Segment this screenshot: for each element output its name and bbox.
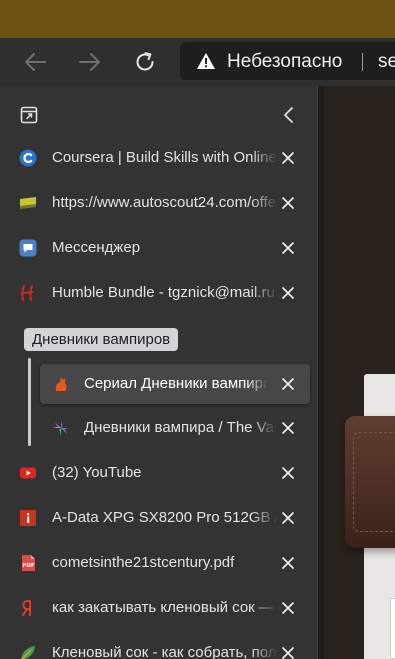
tab-title: https://www.autoscout24.com/offers: [52, 194, 278, 211]
close-tab-icon[interactable]: [279, 375, 297, 393]
arrow-right-icon: [79, 53, 100, 71]
security-status-label[interactable]: Небезопасно: [227, 52, 342, 72]
colorful-star-favicon: [52, 419, 70, 437]
sidebar-tab-youtube[interactable]: (32) YouTube: [8, 453, 310, 493]
svg-text:PDF: PDF: [22, 563, 35, 569]
humble-bundle-favicon: [19, 284, 37, 302]
product-image-strap: [345, 416, 395, 548]
youtube-favicon: [19, 464, 37, 482]
page-content-area: [318, 86, 395, 659]
tab-title: Coursera | Build Skills with Online Cour…: [52, 149, 278, 166]
url-text[interactable]: se: [378, 52, 395, 72]
sidebar-tab-humble-bundle[interactable]: Humble Bundle - tgznick@mail.ru: [8, 273, 310, 313]
collapse-sidebar-chevron-icon[interactable]: [280, 105, 298, 125]
back-button[interactable]: [21, 48, 49, 76]
address-bar[interactable]: Небезопасно se: [180, 42, 395, 80]
sidebar-tab-pdf[interactable]: PDF cometsinthe21stcentury.pdf: [8, 543, 310, 583]
serial-site-favicon: [52, 375, 70, 393]
close-tab-icon[interactable]: [279, 419, 297, 437]
refresh-button[interactable]: [131, 48, 159, 76]
tab-title: Дневники вампира / The Vampire Diaries: [84, 419, 276, 436]
address-separator: [362, 53, 363, 71]
yandex-favicon: [19, 599, 37, 617]
refresh-icon: [136, 52, 154, 71]
pdf-favicon: PDF: [19, 554, 37, 572]
close-tab-icon[interactable]: [279, 239, 297, 257]
messenger-favicon: [19, 239, 37, 257]
tab-title: Кленовый сок - как собрать, польза: [52, 644, 278, 659]
close-tab-icon[interactable]: [279, 464, 297, 482]
sidebar-tab-vampire-diaries[interactable]: Дневники вампира / The Vampire Diaries: [8, 408, 310, 448]
warning-triangle-icon: [197, 53, 215, 69]
sidebar-tab-adata-ssd[interactable]: A-Data XPG SX8200 Pro 512GB A: [8, 498, 310, 538]
sidebar-header: [0, 86, 318, 144]
close-tab-icon[interactable]: [279, 284, 297, 302]
tab-title: (32) YouTube: [52, 464, 142, 481]
page-background: [324, 86, 395, 659]
close-tab-icon[interactable]: [279, 644, 297, 659]
vertical-tabs-sidebar: Coursera | Build Skills with Online Cour…: [0, 86, 318, 659]
close-tab-icon[interactable]: [279, 599, 297, 617]
tab-actions-icon[interactable]: [20, 106, 38, 124]
info-i-favicon: [19, 509, 37, 527]
sidebar-tab-serial-active[interactable]: Сериал Дневники вампира: [40, 364, 310, 404]
leaf-favicon: [19, 644, 37, 659]
page-card: [390, 598, 395, 659]
browser-toolbar: Небезопасно se: [0, 38, 395, 86]
autoscout24-favicon: [19, 194, 37, 212]
tab-title: cometsinthe21stcentury.pdf: [52, 554, 235, 571]
close-tab-icon[interactable]: [279, 194, 297, 212]
tab-title: Мессенджер: [52, 239, 141, 256]
sidebar-tab-coursera[interactable]: Coursera | Build Skills with Online Cour…: [8, 138, 310, 178]
sidebar-tab-maple-sap[interactable]: Кленовый сок - как собрать, польза: [8, 633, 310, 659]
tab-title: Сериал Дневники вампира: [84, 375, 268, 392]
sidebar-tab-messenger[interactable]: Мессенджер: [8, 228, 310, 268]
close-tab-icon[interactable]: [279, 554, 297, 572]
sidebar-tab-yandex-search[interactable]: как закатывать кленовый сок — Яндекс: [8, 588, 310, 628]
coursera-favicon: [19, 149, 37, 167]
arrow-left-icon: [25, 53, 46, 71]
tab-title: A-Data XPG SX8200 Pro 512GB A: [52, 509, 278, 526]
window-title-bar: [0, 0, 395, 38]
forward-button[interactable]: [76, 48, 104, 76]
tab-group-label[interactable]: Дневники вампиров: [24, 328, 179, 351]
tab-title: как закатывать кленовый сок — Яндекс: [52, 599, 278, 616]
close-tab-icon[interactable]: [279, 509, 297, 527]
sidebar-tab-autoscout24[interactable]: https://www.autoscout24.com/offers: [8, 183, 310, 223]
tab-title: Humble Bundle - tgznick@mail.ru: [52, 284, 275, 301]
close-tab-icon[interactable]: [279, 149, 297, 167]
